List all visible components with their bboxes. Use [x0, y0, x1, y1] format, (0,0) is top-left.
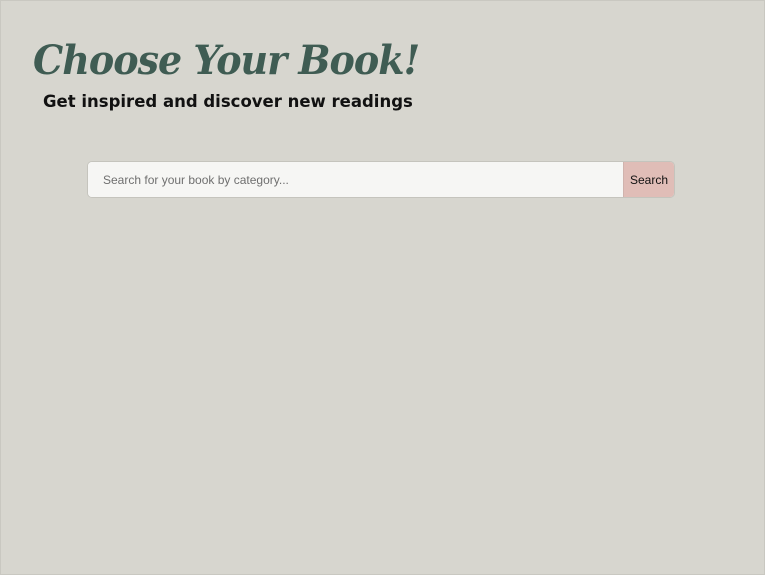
page-title: Choose Your Book! [33, 36, 420, 84]
page-subtitle: Get inspired and discover new readings [43, 92, 413, 111]
search-input[interactable] [88, 162, 623, 197]
page-header: Choose Your Book! Get inspired and disco… [33, 33, 420, 111]
search-button[interactable]: Search [623, 162, 674, 197]
search-bar: Search [87, 161, 675, 198]
